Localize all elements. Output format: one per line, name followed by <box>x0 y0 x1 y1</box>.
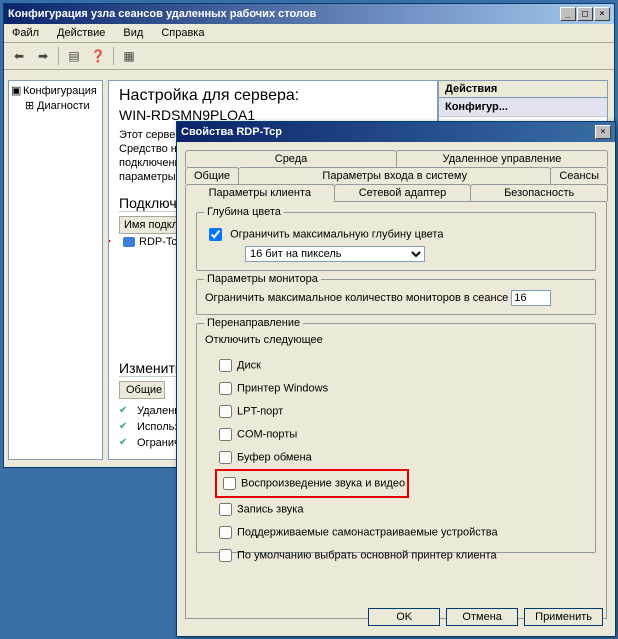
tab-network-adapter[interactable]: Сетевой адаптер <box>334 184 472 201</box>
properties-dialog: Свойства RDP-Tcp × Среда Удаленное управ… <box>176 121 616 637</box>
actions-header: Действия <box>439 81 607 98</box>
tab-sessions[interactable]: Сеансы <box>550 167 608 184</box>
redirect-item-2[interactable]: LPT-порт <box>215 400 587 423</box>
redirect-item-1[interactable]: Принтер Windows <box>215 377 587 400</box>
color-depth-legend: Глубина цвета <box>204 206 284 218</box>
toolbar-icon-3[interactable]: ▦ <box>118 45 140 67</box>
redirection-group: Перенаправление Отключить следующее Диск… <box>196 323 596 553</box>
menu-help[interactable]: Справка <box>157 26 208 40</box>
tree-child[interactable]: ⊞Диагности <box>11 98 100 113</box>
limit-color-depth-checkbox[interactable]: Ограничить максимальную глубину цвета <box>205 223 587 246</box>
nav-tree[interactable]: ▣Конфигурация ⊞Диагности <box>8 80 103 460</box>
ok-button[interactable]: OK <box>368 608 440 626</box>
tab-security[interactable]: Безопасность <box>470 184 608 201</box>
cancel-button[interactable]: Отмена <box>446 608 518 626</box>
annotation-arrow <box>108 240 109 242</box>
menu-action[interactable]: Действие <box>53 26 109 40</box>
color-depth-select[interactable]: 16 бит на пиксель <box>245 246 425 262</box>
monitor-label: Ограничить максимальное количество монит… <box>205 292 508 304</box>
redirect-item-0[interactable]: Диск <box>215 354 587 377</box>
settings-heading: Настройка для сервера: <box>119 87 427 105</box>
redirect-item-7[interactable]: Поддерживаемые самонастраиваемые устройс… <box>215 521 587 544</box>
dialog-title: Свойства RDP-Tcp <box>181 126 595 138</box>
tab-logon[interactable]: Параметры входа в систему <box>238 167 551 184</box>
forward-icon: ➡ <box>32 45 54 67</box>
back-icon: ⬅ <box>8 45 30 67</box>
monitor-group: Параметры монитора Ограничить максимальн… <box>196 279 596 315</box>
redirect-item-8[interactable]: По умолчанию выбрать основной принтер кл… <box>215 544 587 567</box>
disable-following-label: Отключить следующее <box>205 334 587 346</box>
toolbar-icon-2[interactable]: ❓ <box>87 45 109 67</box>
general-group: Общие <box>119 381 165 399</box>
tab-general[interactable]: Общие <box>185 167 239 184</box>
tab-remote-control[interactable]: Удаленное управление <box>396 150 608 167</box>
monitor-count-input[interactable] <box>511 290 551 306</box>
redirect-item-4[interactable]: Буфер обмена <box>215 446 587 469</box>
actions-item[interactable]: Конфигур... <box>439 98 607 117</box>
tab-environment[interactable]: Среда <box>185 150 397 167</box>
tab-client-settings[interactable]: Параметры клиента <box>185 184 335 202</box>
tree-root[interactable]: ▣Конфигурация <box>11 83 100 98</box>
apply-button[interactable]: Применить <box>524 608 603 626</box>
main-window-title: Конфигурация узла сеансов удаленных рабо… <box>8 8 560 20</box>
dialog-close-button[interactable]: × <box>595 125 611 139</box>
maximize-button[interactable]: □ <box>577 7 593 21</box>
minimize-button[interactable]: _ <box>560 7 576 21</box>
monitor-legend: Параметры монитора <box>204 273 321 285</box>
redirect-item-6[interactable]: Запись звука <box>215 498 587 521</box>
menu-view[interactable]: Вид <box>119 26 147 40</box>
redirection-legend: Перенаправление <box>204 317 303 329</box>
color-depth-group: Глубина цвета Ограничить максимальную гл… <box>196 212 596 271</box>
close-button[interactable]: × <box>594 7 610 21</box>
redirect-item-5[interactable]: Воспроизведение звука и видео <box>219 472 405 495</box>
highlighted-option: Воспроизведение звука и видео <box>215 469 409 498</box>
menu-file[interactable]: Файл <box>8 26 43 40</box>
redirect-item-3[interactable]: COM-порты <box>215 423 587 446</box>
toolbar-icon-1[interactable]: ▤ <box>63 45 85 67</box>
